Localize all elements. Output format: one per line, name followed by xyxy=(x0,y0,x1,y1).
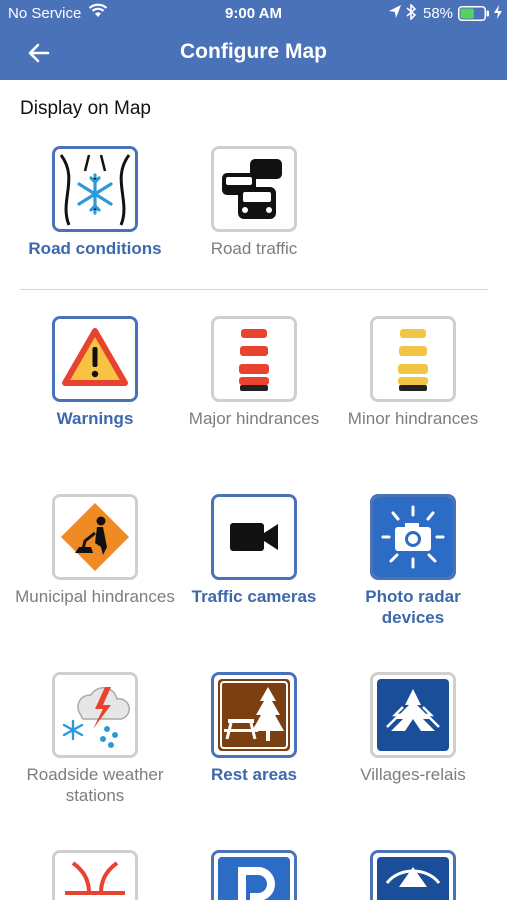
road-conditions-icon xyxy=(52,146,138,232)
layer-label: Minor hindrances xyxy=(347,409,479,428)
layer-interchange[interactable] xyxy=(15,850,175,900)
parking-icon xyxy=(211,850,297,900)
layer-label: Road conditions xyxy=(28,239,162,258)
weather-station-icon xyxy=(52,672,138,758)
photo-radar-icon xyxy=(370,494,456,580)
layer-traffic-cameras[interactable]: Traffic cameras xyxy=(174,494,334,607)
layer-warnings[interactable]: Warnings xyxy=(15,316,175,429)
layer-rest-areas[interactable]: Rest areas xyxy=(174,672,334,785)
layer-photo-radar[interactable]: Photo radar devices xyxy=(333,494,493,628)
battery-percent: 58% xyxy=(423,5,454,22)
blue-sign-icon xyxy=(370,850,456,900)
layer-label: Warnings xyxy=(56,409,134,428)
app-header: No Service 9:00 AM 58% Configure Map xyxy=(0,0,507,80)
layer-label: Villages-relais xyxy=(360,765,466,784)
layer-road-traffic[interactable]: Road traffic xyxy=(174,146,334,259)
layer-label: Road traffic xyxy=(210,239,298,258)
layer-label: Roadside weather stations xyxy=(26,765,164,805)
battery-icon xyxy=(458,6,490,25)
status-bar: No Service 9:00 AM 58% xyxy=(0,0,507,28)
layer-label: Photo radar devices xyxy=(365,587,461,627)
layer-major-hindrances[interactable]: Major hindrances xyxy=(174,316,334,429)
page-title: Configure Map xyxy=(180,40,327,63)
layer-villages-relais[interactable]: Villages-relais xyxy=(333,672,493,785)
layer-parking[interactable] xyxy=(174,850,334,900)
interchange-icon xyxy=(52,850,138,900)
yellow-barrel-icon xyxy=(370,316,456,402)
layer-label: Rest areas xyxy=(210,765,297,784)
charging-icon xyxy=(493,4,503,24)
location-icon xyxy=(388,4,402,24)
layer-road-conditions[interactable]: Road conditions xyxy=(15,146,175,259)
video-camera-icon xyxy=(211,494,297,580)
road-traffic-icon xyxy=(211,146,297,232)
bluetooth-icon xyxy=(405,3,417,24)
rest-area-icon xyxy=(211,672,297,758)
red-barrel-icon xyxy=(211,316,297,402)
warning-triangle-icon xyxy=(52,316,138,402)
nav-bar: Configure Map xyxy=(0,30,507,76)
layer-label: Municipal hindrances xyxy=(15,587,175,606)
roadwork-sign-icon xyxy=(52,494,138,580)
layer-minor-hindrances[interactable]: Minor hindrances xyxy=(333,316,493,429)
layer-weather-stations[interactable]: Roadside weather stations xyxy=(15,672,175,806)
divider xyxy=(20,289,488,290)
layer-municipal-hindrances[interactable]: Municipal hindrances xyxy=(15,494,175,607)
layer-blue-sign[interactable] xyxy=(333,850,493,900)
layer-label: Major hindrances xyxy=(188,409,320,428)
layer-label: Traffic cameras xyxy=(191,587,317,606)
section-title: Display on Map xyxy=(20,98,151,119)
villages-relais-icon xyxy=(370,672,456,758)
